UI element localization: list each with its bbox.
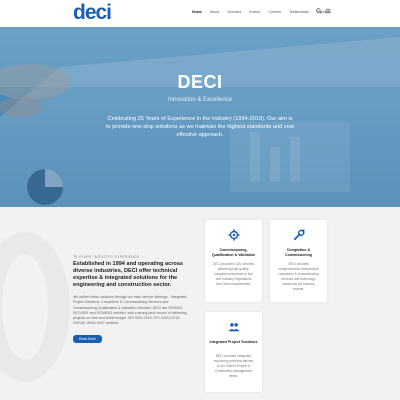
nav-services[interactable]: Services [227, 9, 241, 15]
main-nav: Home About Services Events Careers Testi… [192, 9, 331, 15]
service-card-integrated[interactable]: Integrated Project Solutions DECI provid… [205, 312, 262, 392]
about-block: 25 YEARS' INDUSTRY EXPERIENCE Establishe… [73, 255, 188, 345]
hero-title: DECI [177, 72, 223, 92]
hero-description: Celebrating 25 Years of Experience in th… [105, 116, 295, 138]
nav-about[interactable]: About [210, 9, 219, 15]
nav-events[interactable]: Events [249, 9, 260, 15]
card-text: DECI provides CQV services delivering hi… [213, 262, 254, 286]
about-body: We deliver these solutions through our m… [73, 295, 187, 326]
service-card-completion[interactable]: Completion & Commissioning DECI provides… [270, 220, 327, 302]
gear-icon [227, 229, 240, 241]
site-header: deci Home About Services Events Careers … [0, 0, 400, 27]
card-text: DECI provides integrated resourcing solu… [213, 354, 254, 378]
card-title: Completion & Commissioning [285, 248, 312, 257]
nav-careers[interactable]: Careers [268, 9, 281, 15]
about-kicker: 25 YEARS' INDUSTRY EXPERIENCE [73, 255, 140, 259]
nav-home[interactable]: Home [192, 9, 202, 15]
menu-icon[interactable] [325, 8, 331, 14]
logo[interactable]: deci [73, 2, 112, 24]
service-card-cqv[interactable]: Commissioning, Qualification & Validatio… [205, 220, 262, 302]
people-icon [227, 323, 240, 332]
read-more-button[interactable]: Read More [73, 334, 102, 343]
decorative-ring [0, 232, 70, 382]
wrench-icon [293, 229, 304, 241]
about-heading: Established in 1994 and operating across… [73, 261, 184, 288]
nav-testimonials[interactable]: Testimonials [289, 9, 309, 15]
card-title: Commissioning, Qualification & Validatio… [211, 248, 256, 257]
search-icon[interactable] [316, 8, 322, 14]
hero-subtitle: Innovation & Excellence [167, 97, 233, 103]
card-text: DECI provides comprehensive independent … [278, 262, 319, 291]
about-section: 25 YEARS' INDUSTRY EXPERIENCE Establishe… [0, 207, 400, 400]
card-title: Integrated Project Solutions [209, 340, 258, 344]
hero-banner: DECI Innovation & Excellence Celebrating… [0, 27, 400, 207]
